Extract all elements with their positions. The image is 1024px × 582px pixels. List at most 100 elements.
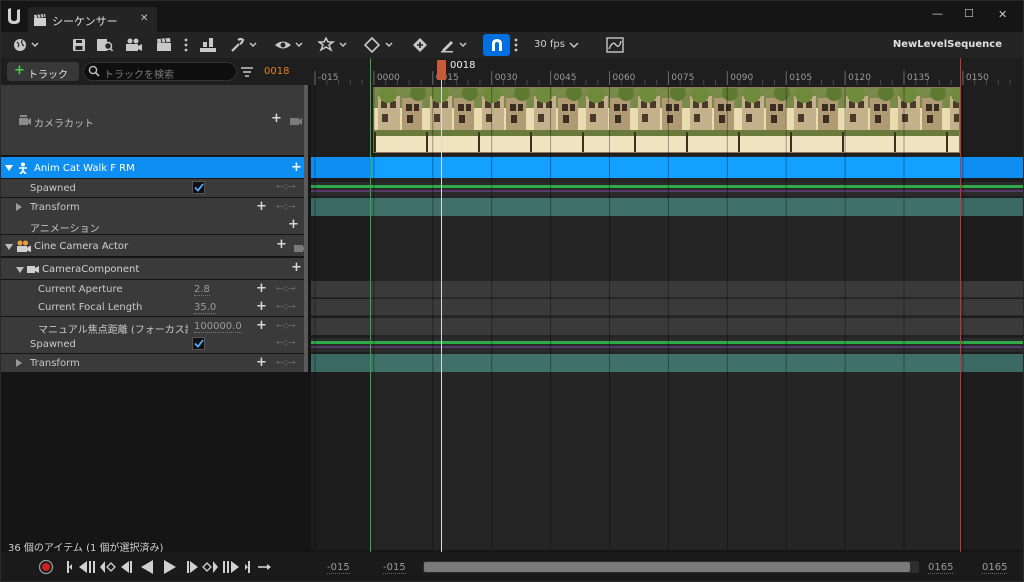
ruler-tick-label: 0075	[671, 73, 695, 83]
camera-lock-icon[interactable]	[289, 114, 303, 126]
view-options-icon[interactable]	[274, 36, 306, 54]
add-key-focal-length-button[interactable]: +	[256, 299, 267, 314]
key-navigation-icon[interactable]: ←◇→	[276, 284, 296, 293]
next-frame-icon[interactable]	[220, 560, 240, 574]
step-forward-icon[interactable]	[185, 560, 199, 574]
working-range-end[interactable]: 0165	[928, 562, 954, 574]
current-aperture-value[interactable]: 2.8	[194, 284, 210, 296]
play-reverse-icon[interactable]	[140, 559, 154, 575]
window-close-button[interactable]: ✕	[998, 8, 1007, 21]
previous-key-icon[interactable]	[99, 560, 117, 574]
add-to-camera-component-button[interactable]: +	[291, 260, 302, 275]
world-icon[interactable]	[12, 36, 42, 54]
loop-mode-icon[interactable]	[257, 560, 273, 574]
add-key-transform-2-button[interactable]: +	[256, 355, 267, 370]
curve-editor-icon[interactable]	[604, 36, 626, 54]
focal-length-value[interactable]: 35.0	[194, 302, 217, 314]
record-icon[interactable]	[38, 559, 54, 575]
add-track-label: トラック	[28, 70, 68, 81]
tab-close-icon[interactable]: ✕	[140, 13, 148, 24]
add-to-cine-camera-button[interactable]: +	[276, 237, 287, 252]
expand-arrow-icon[interactable]	[4, 242, 14, 251]
playback-start-marker[interactable]	[370, 58, 371, 552]
add-camera-cut-button[interactable]: +	[271, 111, 282, 126]
expand-arrow-icon[interactable]	[4, 163, 14, 172]
key-navigation-icon[interactable]: ←◇→	[276, 358, 296, 367]
render-movie-icon[interactable]	[154, 37, 174, 53]
key-navigation-icon[interactable]: ←◇→	[276, 302, 296, 311]
window-maximize-button[interactable]: ☐	[964, 7, 974, 20]
fps-selector[interactable]: 30 fps	[534, 39, 565, 50]
camera-actor-icon[interactable]	[124, 37, 144, 53]
key-navigation-icon[interactable]: ←◇→	[276, 321, 296, 330]
track-search-placeholder: トラックを検索	[104, 70, 174, 81]
range-scrollbar-thumb[interactable]	[424, 562, 910, 572]
jump-to-start-icon[interactable]	[64, 560, 74, 574]
key-navigation-icon[interactable]: ←◇→	[276, 338, 296, 347]
checkmark-icon	[192, 181, 205, 194]
add-animation-button[interactable]: +	[288, 217, 299, 232]
add-key-transform-1-button[interactable]: +	[256, 199, 267, 214]
camera-cut-label: カメラカット	[34, 119, 94, 130]
magnet-icon	[483, 34, 510, 56]
outliner-empty-area	[0, 372, 311, 550]
find-asset-icon[interactable]	[96, 37, 114, 53]
skeletal-mesh-icon	[16, 161, 30, 174]
next-key-icon[interactable]	[201, 560, 219, 574]
filter-icon[interactable]	[238, 63, 256, 81]
transform-1-label: Transform	[30, 202, 80, 213]
view-range-start[interactable]: -015	[327, 562, 350, 574]
key-navigation-icon[interactable]: ←◇→	[276, 182, 296, 191]
chevron-down-icon[interactable]	[568, 38, 580, 52]
edit-tool-icon[interactable]	[440, 36, 470, 54]
search-icon	[87, 64, 101, 78]
key-navigation-icon[interactable]: ←◇→	[276, 202, 296, 211]
expand-arrow-icon[interactable]	[15, 265, 25, 274]
view-range-end[interactable]: 0165	[982, 562, 1008, 574]
ruler-tick-label: 0105	[789, 73, 813, 83]
play-icon[interactable]	[163, 559, 177, 575]
focal-length-label: Current Focal Length	[38, 302, 143, 313]
window-minimize-button[interactable]: —	[932, 7, 943, 20]
playhead-line	[441, 76, 442, 552]
ruler-tick-label: 0135	[907, 73, 930, 83]
plus-icon: +	[14, 63, 25, 78]
key-interpolation-icon[interactable]	[364, 36, 396, 54]
ruler-tick-label: 0060	[612, 73, 636, 83]
step-back-icon[interactable]	[120, 560, 134, 574]
unreal-logo-icon	[4, 5, 26, 27]
focus-distance-label: マニュアル焦点距離 (フォーカス設定)	[38, 325, 188, 334]
ruler-tick-label: 0000	[376, 73, 400, 83]
ruler-tick-label: 0030	[494, 73, 518, 83]
add-key-focus-distance-button[interactable]: +	[256, 318, 267, 333]
jump-to-end-icon[interactable]	[243, 560, 253, 574]
timeline-grid	[314, 85, 964, 550]
spawned-1-label: Spawned	[30, 183, 76, 194]
previous-frame-icon[interactable]	[78, 560, 98, 574]
current-frame-field[interactable]: 0018	[264, 66, 289, 77]
current-aperture-label: Current Aperture	[38, 284, 123, 295]
collapsed-arrow-icon[interactable]	[15, 202, 23, 212]
playhead-handle[interactable]	[437, 60, 446, 80]
actions-icon[interactable]	[198, 36, 218, 54]
working-range-start[interactable]: -015	[383, 562, 406, 574]
playback-end-marker[interactable]	[960, 58, 961, 552]
snap-options-icon[interactable]	[512, 36, 520, 54]
toolbar-more-icon[interactable]	[182, 36, 190, 54]
clapper-icon	[32, 12, 48, 28]
collapsed-arrow-icon[interactable]	[15, 358, 23, 368]
transform-2-label: Transform	[30, 358, 80, 369]
save-icon[interactable]	[72, 37, 86, 53]
ruler-tick-label: 0120	[848, 73, 871, 83]
tab-title: シーケンサー	[52, 15, 118, 28]
playhead-frame-label: 0018	[450, 60, 476, 71]
add-key-aperture-button[interactable]: +	[256, 281, 267, 296]
outliner-scrollbar[interactable]	[304, 85, 308, 372]
camera-component-icon	[26, 263, 40, 275]
auto-key-icon[interactable]	[410, 36, 430, 54]
add-to-anim-cat-button[interactable]: +	[291, 160, 302, 175]
spawned-2-label: Spawned	[30, 339, 76, 350]
tools-icon[interactable]	[230, 36, 260, 54]
playback-options-icon[interactable]	[318, 36, 350, 54]
focus-distance-value[interactable]: 100000.0	[194, 321, 242, 333]
